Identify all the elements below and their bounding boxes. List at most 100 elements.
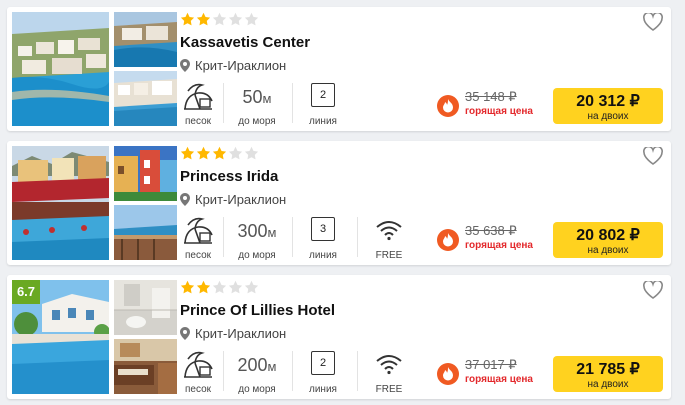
- star-icon: [244, 280, 259, 294]
- fire-icon: [437, 363, 459, 385]
- beach-umbrella-icon: [184, 83, 213, 110]
- line-label: линия: [309, 250, 337, 261]
- location-pin-icon: [180, 193, 190, 206]
- distance-value: 200м: [237, 355, 277, 375]
- star-icon: [228, 146, 243, 160]
- beach-feature: песок: [180, 349, 216, 395]
- beach-type-label: песок: [184, 116, 212, 127]
- rating-badge: 6.7: [12, 280, 40, 304]
- line-feature: 2 линия: [303, 81, 343, 127]
- hotel-photo-thumb[interactable]: [114, 12, 177, 67]
- hotel-name[interactable]: Kassavetis Center: [180, 34, 310, 51]
- hotel-card[interactable]: Princess Irida Крит-Ираклион песок 300м …: [7, 141, 671, 265]
- divider: [292, 217, 293, 257]
- hotel-photo-thumb[interactable]: [114, 205, 177, 260]
- fire-icon: [437, 229, 459, 251]
- hotel-location-label: Крит-Ираклион: [195, 192, 287, 207]
- distance-label: до моря: [238, 250, 276, 261]
- distance-feature: 200м до моря: [229, 349, 285, 395]
- line-feature: 3 линия: [303, 215, 343, 261]
- hotel-photo-main[interactable]: [12, 12, 109, 126]
- divider: [223, 217, 224, 257]
- line-label: линия: [309, 384, 337, 395]
- star-rating: [180, 280, 259, 296]
- hotel-photo-main[interactable]: [12, 146, 109, 260]
- old-price: 37 017 ₽: [465, 357, 517, 372]
- star-icon: [196, 280, 211, 294]
- location-pin-icon: [180, 59, 190, 72]
- hotel-photo-main[interactable]: 6.7: [12, 280, 109, 394]
- hotel-photos[interactable]: 6.7: [12, 280, 177, 394]
- hotel-photo-thumb[interactable]: [114, 339, 177, 394]
- line-number: 3: [311, 217, 335, 241]
- hotel-name[interactable]: Prince Of Lillies Hotel: [180, 302, 335, 319]
- beach-feature: песок: [180, 215, 216, 261]
- price-per-label: на двоих: [587, 111, 629, 122]
- distance-feature: 50м до моря: [229, 81, 285, 127]
- price-button[interactable]: 20 312 ₽ на двоих: [553, 88, 663, 124]
- star-icon: [180, 280, 195, 294]
- star-icon: [212, 146, 227, 160]
- hot-price-label: горящая цена: [465, 106, 533, 117]
- hotel-card[interactable]: Kassavetis Center Крит-Ираклион песок 50…: [7, 7, 671, 131]
- heart-icon[interactable]: [643, 281, 663, 299]
- wifi-label: FREE: [375, 384, 403, 395]
- price-button[interactable]: 21 785 ₽ на двоих: [553, 356, 663, 392]
- hotel-card[interactable]: 6.7 Prince Of Lillies Hotel Крит-Ираклио…: [7, 275, 671, 399]
- fire-icon: [437, 95, 459, 117]
- hotel-location: Крит-Ираклион: [180, 326, 286, 341]
- line-label: линия: [309, 116, 337, 127]
- hot-price-label: горящая цена: [465, 374, 533, 385]
- line-number: 2: [311, 351, 335, 375]
- old-price: 35 638 ₽: [465, 223, 517, 238]
- beach-umbrella-icon: [184, 351, 213, 378]
- hotel-photos[interactable]: [12, 12, 177, 126]
- distance-label: до моря: [238, 384, 276, 395]
- star-icon: [180, 12, 195, 26]
- wifi-label: FREE: [375, 250, 403, 261]
- beach-feature: песок: [180, 81, 216, 127]
- distance-feature: 300м до моря: [229, 215, 285, 261]
- star-icon: [228, 280, 243, 294]
- wifi-icon: [376, 221, 402, 241]
- divider: [292, 83, 293, 123]
- hotel-photos[interactable]: [12, 146, 177, 260]
- star-icon: [212, 12, 227, 26]
- line-feature: 2 линия: [303, 349, 343, 395]
- star-icon: [228, 12, 243, 26]
- price-value: 21 785 ₽: [576, 361, 640, 378]
- wifi-icon: [376, 355, 402, 375]
- heart-icon[interactable]: [643, 13, 663, 31]
- hotel-photo-thumb[interactable]: [114, 280, 177, 335]
- heart-icon[interactable]: [643, 147, 663, 165]
- hotel-location: Крит-Ираклион: [180, 58, 286, 73]
- hotel-name[interactable]: Princess Irida: [180, 168, 278, 185]
- divider: [292, 351, 293, 391]
- star-icon: [180, 146, 195, 160]
- beach-type-label: песок: [184, 384, 212, 395]
- star-icon: [244, 12, 259, 26]
- line-number: 2: [311, 83, 335, 107]
- divider: [357, 217, 358, 257]
- star-icon: [244, 146, 259, 160]
- star-rating: [180, 12, 259, 28]
- star-icon: [196, 146, 211, 160]
- star-icon: [196, 12, 211, 26]
- wifi-feature: FREE: [369, 215, 409, 261]
- beach-type-label: песок: [184, 250, 212, 261]
- hotel-photo-thumb[interactable]: [114, 146, 177, 201]
- distance-value: 50м: [242, 87, 272, 107]
- hot-price-label: горящая цена: [465, 240, 533, 251]
- hotel-photo-thumb[interactable]: [114, 71, 177, 126]
- location-pin-icon: [180, 327, 190, 340]
- price-button[interactable]: 20 802 ₽ на двоих: [553, 222, 663, 258]
- price-value: 20 802 ₽: [576, 227, 640, 244]
- star-icon: [212, 280, 227, 294]
- star-rating: [180, 146, 259, 162]
- hotel-location-label: Крит-Ираклион: [195, 326, 287, 341]
- price-value: 20 312 ₽: [576, 93, 640, 110]
- divider: [223, 83, 224, 123]
- beach-umbrella-icon: [184, 217, 213, 244]
- wifi-feature: FREE: [369, 349, 409, 395]
- divider: [357, 351, 358, 391]
